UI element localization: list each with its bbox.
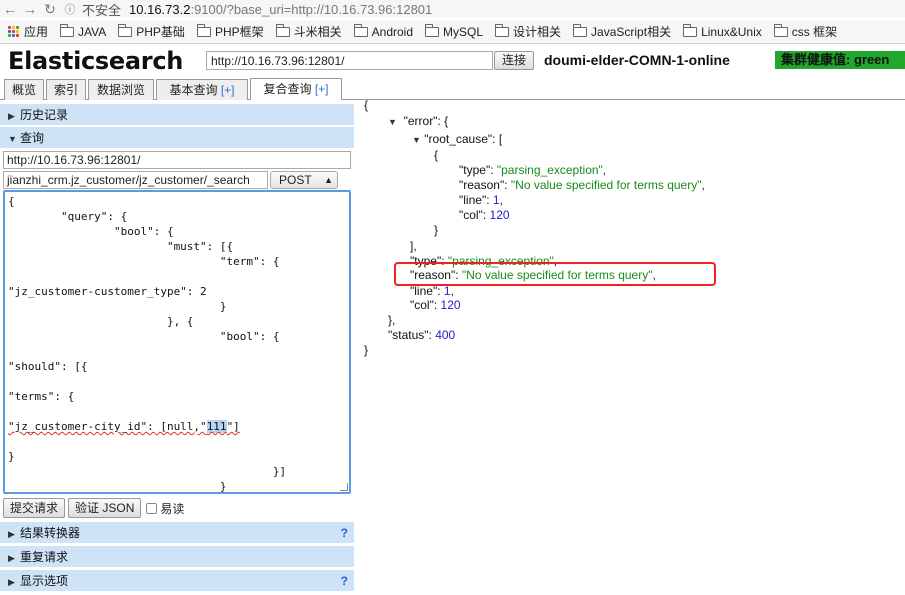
caret-right-icon: ▶ bbox=[8, 111, 15, 121]
query-section[interactable]: ▼ 查询 bbox=[0, 127, 354, 149]
checkbox-box[interactable] bbox=[146, 502, 158, 514]
repeat-section[interactable]: ▶ 重复请求 bbox=[0, 546, 354, 568]
security-label: 不安全 bbox=[82, 2, 122, 18]
caret-right-icon: ▶ bbox=[8, 577, 15, 587]
folder-icon bbox=[275, 23, 290, 37]
info-icon[interactable]: ⓘ bbox=[60, 1, 80, 17]
bookmarks-bar: 应用 JAVA PHP基础 PHP框架 斗米相关 Android MySQL 设… bbox=[0, 20, 905, 44]
json-line: { bbox=[434, 148, 439, 162]
query-url-input[interactable]: http://10.16.73.96:12801/ bbox=[3, 151, 351, 169]
query-actions: 提交请求 验证 JSON 易读 bbox=[3, 497, 184, 519]
text-selection: 111 bbox=[206, 420, 227, 433]
folder-icon bbox=[118, 23, 133, 37]
folder-icon bbox=[353, 23, 368, 37]
folder-icon bbox=[196, 23, 211, 37]
resize-handle[interactable] bbox=[340, 483, 348, 491]
folder-icon bbox=[773, 23, 788, 37]
json-line: "col": 120 bbox=[459, 208, 510, 222]
json-line: "status": 400 bbox=[388, 328, 456, 342]
app-title: Elasticsearch bbox=[8, 47, 184, 75]
query-path-input[interactable]: jianzhi_crm.jz_customer/jz_customer/_sea… bbox=[3, 171, 268, 189]
bookmark-folder[interactable]: Linux&Unix bbox=[683, 23, 762, 39]
back-icon[interactable]: ← bbox=[0, 1, 20, 17]
json-line: } bbox=[434, 223, 439, 237]
display-options-section[interactable]: ▶ 显示选项 ? bbox=[0, 570, 354, 592]
bookmark-folder[interactable]: PHP基础 bbox=[118, 23, 185, 40]
bookmark-folder[interactable]: css 框架 bbox=[773, 23, 837, 40]
folder-icon bbox=[495, 23, 510, 37]
tab-basic-query[interactable]: 基本查询 [+] bbox=[156, 79, 248, 100]
annotation-highlight-box bbox=[394, 262, 716, 286]
json-line: ], bbox=[410, 239, 417, 253]
url-host[interactable]: 10.16.73.2 bbox=[129, 2, 190, 17]
address-bar: ← → ↻ ⓘ 不安全 10.16.73.2:9100/?base_uri=ht… bbox=[0, 0, 905, 18]
cluster-health-badge: 集群健康值: green bbox=[775, 51, 905, 69]
query-body-textarea[interactable]: { "query": { "bool": { "must": [{ "term"… bbox=[3, 190, 351, 494]
validate-json-button[interactable]: 验证 JSON bbox=[68, 498, 142, 518]
bookmark-folder[interactable]: MySQL bbox=[425, 23, 483, 39]
help-icon[interactable]: ? bbox=[341, 522, 348, 544]
bookmark-folder[interactable]: 设计相关 bbox=[495, 23, 561, 40]
pretty-checkbox[interactable]: 易读 bbox=[146, 500, 184, 517]
json-line: "col": 120 bbox=[410, 298, 461, 312]
forward-icon[interactable]: → bbox=[20, 1, 40, 17]
json-line: "line": 1, bbox=[459, 193, 503, 207]
transformer-section[interactable]: ▶ 结果转换器 ? bbox=[0, 522, 354, 544]
json-line: "type": "parsing_exception", bbox=[459, 163, 607, 177]
json-line: ▼ "error": { bbox=[388, 114, 449, 128]
bookmark-folder[interactable]: PHP框架 bbox=[196, 23, 264, 40]
method-select[interactable]: POST ▲ bbox=[270, 171, 338, 189]
json-line: { bbox=[364, 98, 369, 112]
url-rest[interactable]: :9100/?base_uri=http://10.16.73.96:12801 bbox=[190, 2, 432, 17]
select-arrows-icon: ▲ bbox=[324, 175, 333, 185]
folder-icon bbox=[425, 23, 440, 37]
bookmark-folder[interactable]: JavaScript相关 bbox=[573, 23, 671, 40]
caret-down-icon: ▼ bbox=[8, 134, 17, 144]
cluster-name: doumi-elder-COMN-1-online bbox=[544, 52, 730, 68]
folder-icon bbox=[573, 23, 588, 37]
json-line: ▼ "root_cause": [ bbox=[412, 132, 503, 146]
response-viewer: { ▼ "error": { ▼ "root_cause": [ { "type… bbox=[362, 98, 905, 595]
bookmark-apps[interactable]: 应用 bbox=[8, 23, 48, 40]
apps-grid-icon bbox=[8, 25, 20, 38]
app-header: Elasticsearch http://10.16.73.96:12801/ … bbox=[0, 46, 905, 76]
caret-right-icon: ▶ bbox=[8, 529, 15, 539]
bookmark-folder[interactable]: Android bbox=[353, 23, 413, 39]
reload-icon[interactable]: ↻ bbox=[40, 1, 60, 18]
bookmark-folder[interactable]: 斗米相关 bbox=[275, 23, 342, 40]
json-line: "line": 1, bbox=[410, 284, 454, 298]
tab-browser[interactable]: 数据浏览 bbox=[88, 79, 154, 100]
main-tabs: 概览 索引 数据浏览 基本查询 [+] 复合查询 [+] bbox=[0, 77, 905, 100]
tab-overview[interactable]: 概览 bbox=[4, 79, 44, 100]
json-line: "reason": "No value specified for terms … bbox=[459, 178, 705, 192]
help-icon[interactable]: ? bbox=[341, 570, 348, 592]
tab-compound-query[interactable]: 复合查询 [+] bbox=[250, 78, 342, 100]
caret-right-icon: ▶ bbox=[8, 553, 15, 563]
submit-request-button[interactable]: 提交请求 bbox=[3, 498, 66, 518]
connect-button[interactable]: 连接 bbox=[494, 51, 534, 70]
tab-indices[interactable]: 索引 bbox=[46, 79, 86, 100]
query-panel: ▶ 历史记录 ▼ 查询 http://10.16.73.96:12801/ jian… bbox=[0, 101, 356, 595]
query-body-text: { "query": { "bool": { "must": [{ "term"… bbox=[8, 195, 287, 493]
bookmark-folder[interactable]: JAVA bbox=[60, 23, 106, 39]
collapse-caret-icon[interactable]: ▼ bbox=[388, 117, 397, 127]
folder-icon bbox=[683, 23, 698, 37]
cluster-url-input[interactable]: http://10.16.73.96:12801/ bbox=[206, 51, 493, 70]
collapse-caret-icon[interactable]: ▼ bbox=[412, 135, 421, 145]
json-line: }, bbox=[388, 313, 396, 327]
json-line: } bbox=[364, 343, 369, 357]
history-section[interactable]: ▶ 历史记录 bbox=[0, 104, 354, 126]
folder-icon bbox=[60, 23, 75, 37]
